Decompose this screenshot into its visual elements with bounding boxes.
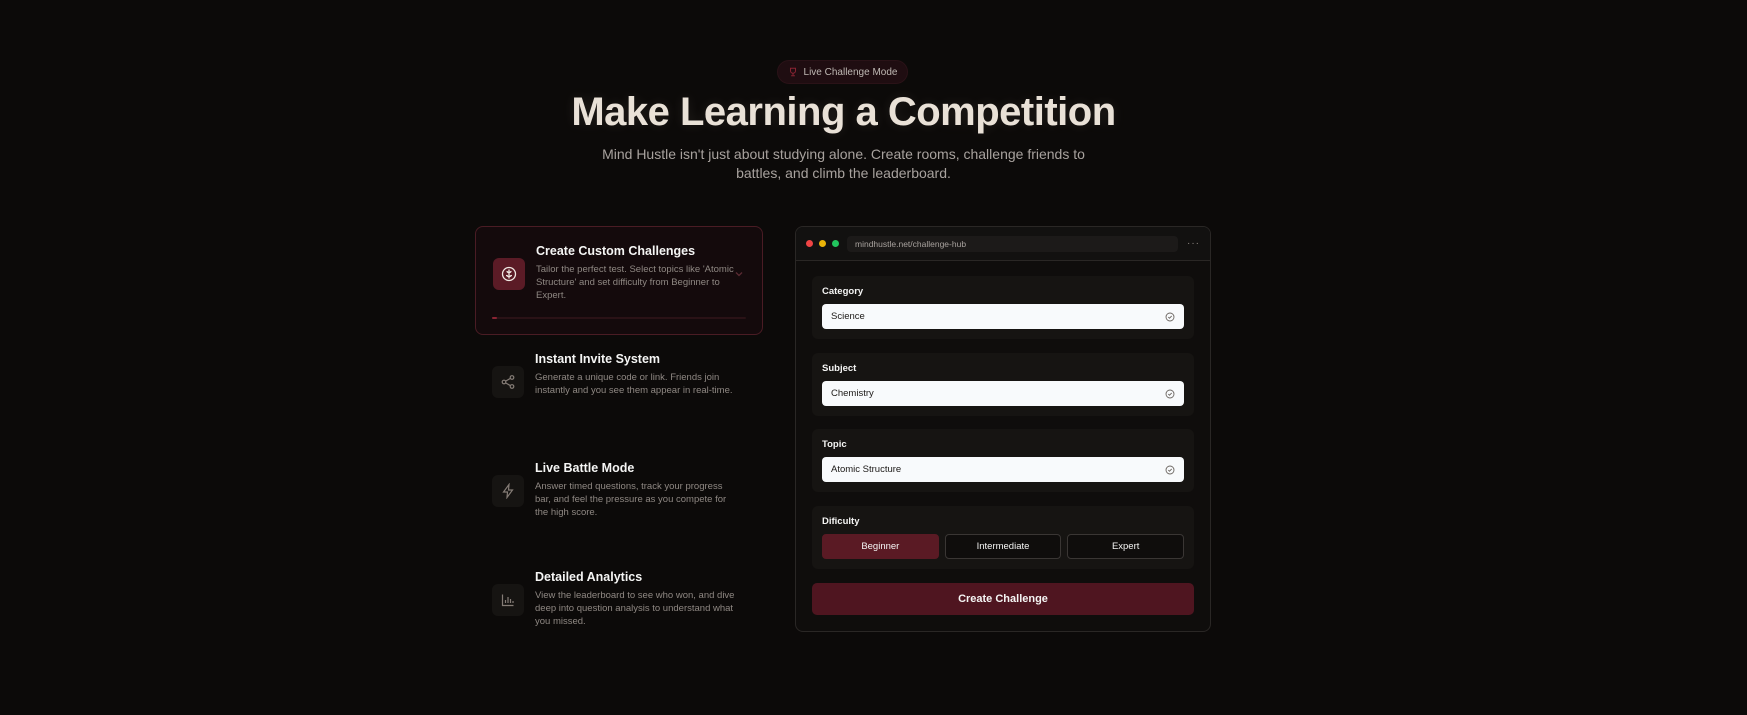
difficulty-options: Beginner Intermediate Expert <box>822 534 1185 559</box>
bar-chart-icon <box>501 594 514 607</box>
feature-icon-box <box>493 258 525 290</box>
url-bar[interactable]: mindhustle.net/challenge-hub <box>847 235 1178 252</box>
feature-icon-box <box>492 475 524 507</box>
check-circle-icon <box>1165 389 1175 398</box>
minimize-dot[interactable] <box>819 240 826 247</box>
feature-description: View the leaderboard to see who won, and… <box>535 590 735 627</box>
feature-custom-challenges[interactable]: Create Custom Challenges Tailor the perf… <box>475 226 763 335</box>
share-icon <box>501 375 515 389</box>
topic-select[interactable]: Atomic Structure <box>822 457 1184 482</box>
subject-value: Chemistry <box>831 388 874 399</box>
badge-label: Live Challenge Mode <box>803 66 898 78</box>
difficulty-panel: Dificulty Beginner Intermediate Expert <box>812 506 1194 569</box>
feature-invite-system[interactable]: Instant Invite System Generate a unique … <box>475 335 763 444</box>
lightning-icon <box>502 483 514 499</box>
subject-panel: Subject Chemistry <box>812 353 1194 416</box>
brain-icon <box>501 266 517 282</box>
difficulty-label: Dificulty <box>822 516 860 527</box>
window-titlebar: mindhustle.net/challenge-hub ··· <box>796 227 1210 261</box>
page-subtitle: Mind Hustle isn't just about studying al… <box>602 146 1085 181</box>
feature-description: Generate a unique code or link. Friends … <box>535 372 733 396</box>
category-value: Science <box>831 311 865 322</box>
topic-value: Atomic Structure <box>831 464 902 475</box>
category-select[interactable]: Science <box>822 304 1184 329</box>
feature-progress-fill <box>492 317 498 319</box>
trophy-icon <box>789 67 796 77</box>
create-challenge-button[interactable]: Create Challenge <box>812 583 1194 615</box>
close-dot[interactable] <box>806 240 813 247</box>
page-title: Make Learning a Competition <box>571 90 1116 134</box>
feature-title: Create Custom Challenges <box>536 244 696 258</box>
category-label: Category <box>822 286 864 297</box>
difficulty-expert-button[interactable]: Expert <box>1067 534 1185 559</box>
feature-title: Detailed Analytics <box>535 570 643 584</box>
feature-description: Tailor the perfect test. Select topics l… <box>536 264 734 301</box>
category-panel: Category Science <box>812 276 1194 339</box>
feature-description: Answer timed questions, track your progr… <box>535 481 727 518</box>
live-challenge-badge: Live Challenge Mode <box>777 60 908 84</box>
check-circle-icon <box>1165 312 1175 321</box>
topic-panel: Topic Atomic Structure <box>812 429 1194 492</box>
topic-label: Topic <box>822 439 847 450</box>
more-options-icon[interactable]: ··· <box>1187 238 1200 249</box>
challenge-hub-window: mindhustle.net/challenge-hub ··· Categor… <box>795 226 1211 632</box>
subject-select[interactable]: Chemistry <box>822 381 1184 406</box>
subject-label: Subject <box>822 363 857 374</box>
feature-icon-box <box>492 366 524 398</box>
feature-list: Create Custom Challenges Tailor the perf… <box>475 226 763 662</box>
difficulty-intermediate-button[interactable]: Intermediate <box>944 534 1062 559</box>
difficulty-beginner-button[interactable]: Beginner <box>822 534 939 559</box>
feature-title: Instant Invite System <box>535 352 661 366</box>
feature-analytics[interactable]: Detailed Analytics View the leaderboard … <box>475 553 763 662</box>
maximize-dot[interactable] <box>832 240 839 247</box>
check-circle-icon <box>1165 465 1175 474</box>
feature-live-battle[interactable]: Live Battle Mode Answer timed questions,… <box>475 444 763 553</box>
feature-title: Live Battle Mode <box>535 461 635 475</box>
page: Live Challenge Mode Make Learning a Comp… <box>0 0 1747 715</box>
chevron-down-icon <box>735 272 743 277</box>
feature-progress-bar <box>492 317 746 319</box>
feature-icon-box <box>492 584 524 616</box>
